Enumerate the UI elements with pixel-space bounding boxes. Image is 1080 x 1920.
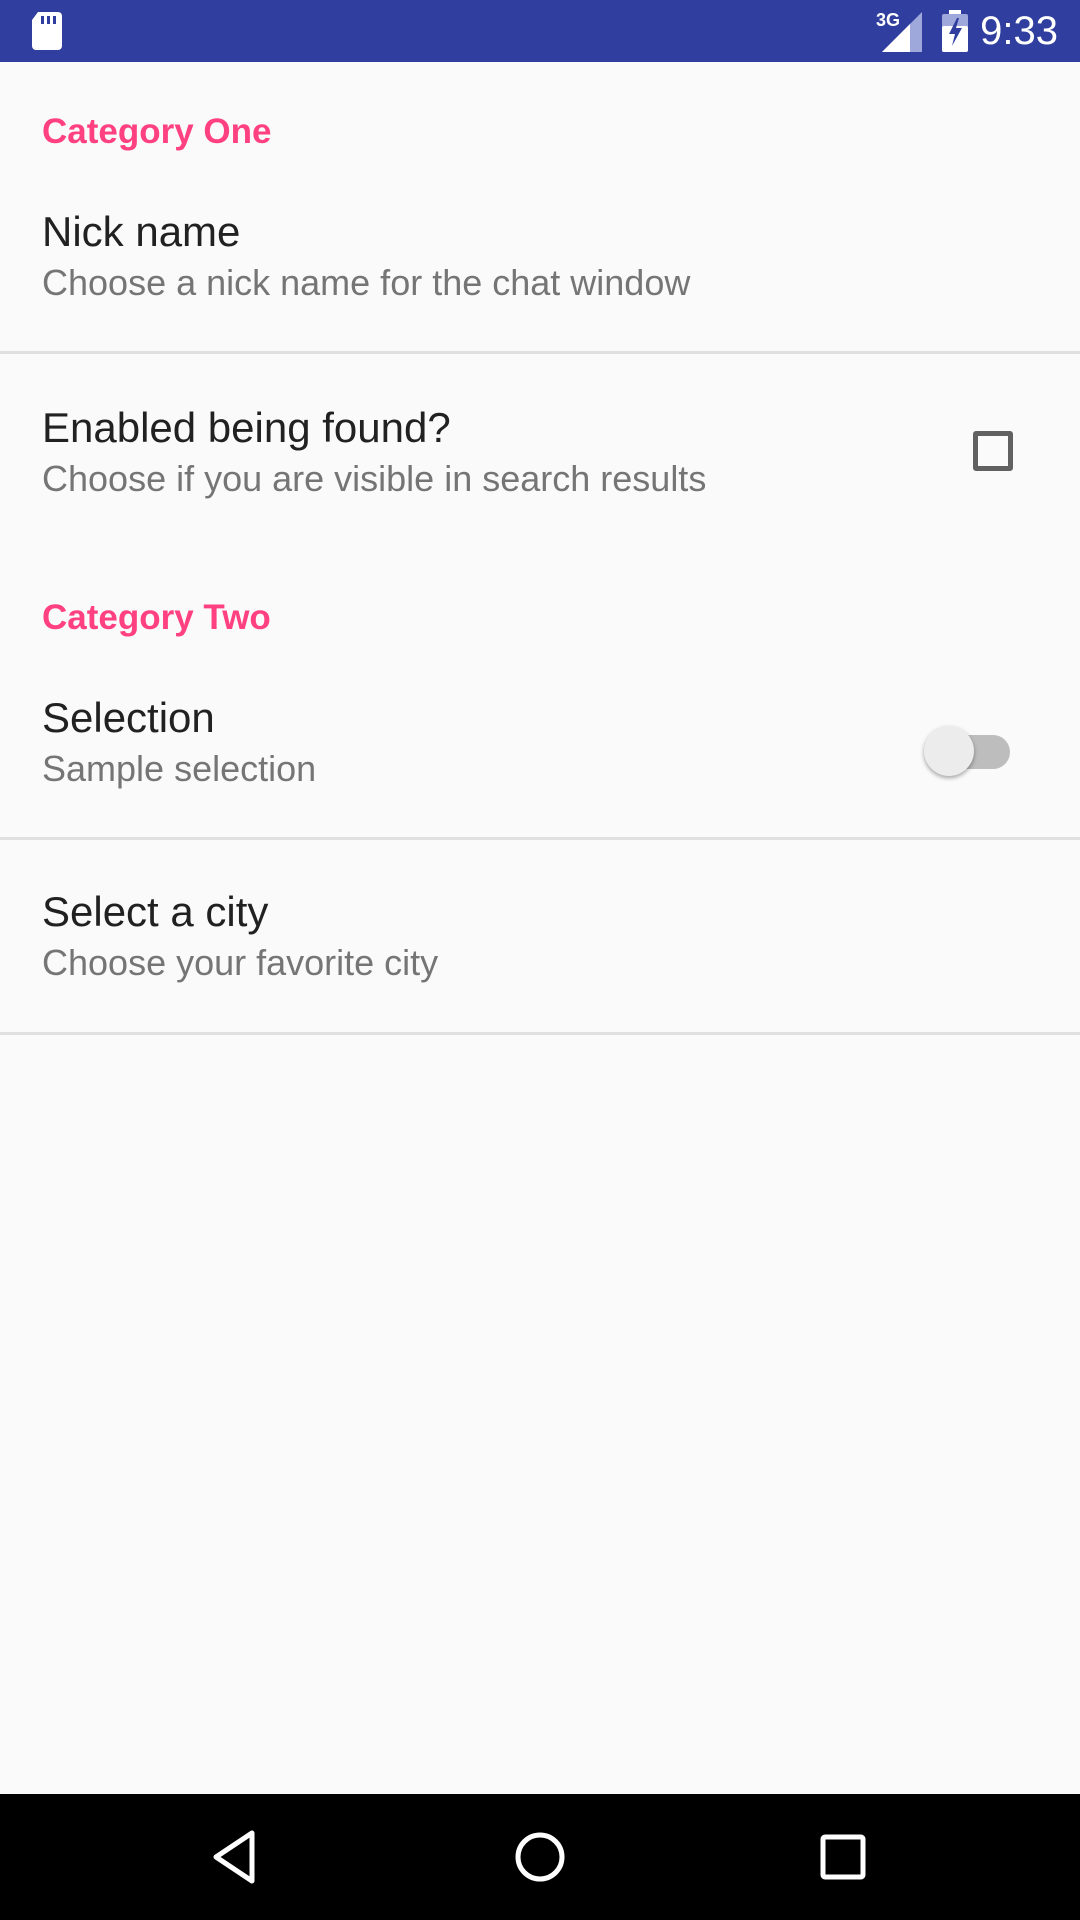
category-one-header: Category One (42, 112, 272, 151)
divider (0, 837, 1080, 840)
pref-summary: Sample selection (42, 748, 317, 789)
divider (0, 1032, 1080, 1035)
pref-title: Enabled being found? (42, 404, 451, 451)
home-icon[interactable] (510, 1827, 570, 1887)
pref-enabled-found[interactable]: Enabled being found? Choose if you are v… (0, 398, 1080, 548)
pref-title: Selection (42, 694, 215, 741)
switch-thumb (924, 726, 974, 776)
sd-card-icon (32, 12, 62, 50)
divider (0, 351, 1080, 354)
pref-selection[interactable]: Selection Sample selection (0, 688, 1080, 836)
network-type-label: 3G (876, 10, 901, 30)
pref-summary: Choose your favorite city (42, 942, 439, 983)
navigation-bar (0, 1794, 1080, 1920)
recents-icon[interactable] (813, 1827, 873, 1887)
pref-nick-name[interactable]: Nick name Choose a nick name for the cha… (0, 202, 1080, 350)
status-clock: 9:33 (980, 9, 1058, 53)
selection-switch[interactable] (924, 718, 1010, 778)
pref-summary: Choose if you are visible in search resu… (42, 458, 707, 499)
battery-charging-icon (942, 10, 968, 52)
pref-title: Nick name (42, 208, 241, 255)
back-icon[interactable] (206, 1827, 266, 1887)
status-bar: 3G 9:33 (0, 0, 1080, 62)
pref-select-city[interactable]: Select a city Choose your favorite city (0, 882, 1080, 1032)
category-two-header: Category Two (42, 598, 271, 637)
pref-title: Select a city (42, 888, 269, 935)
visible-checkbox[interactable] (973, 431, 1013, 471)
settings-screen: 3G 9:33 Category One Nick name Choose a … (0, 0, 1080, 1920)
pref-summary: Choose a nick name for the chat window (42, 262, 691, 303)
